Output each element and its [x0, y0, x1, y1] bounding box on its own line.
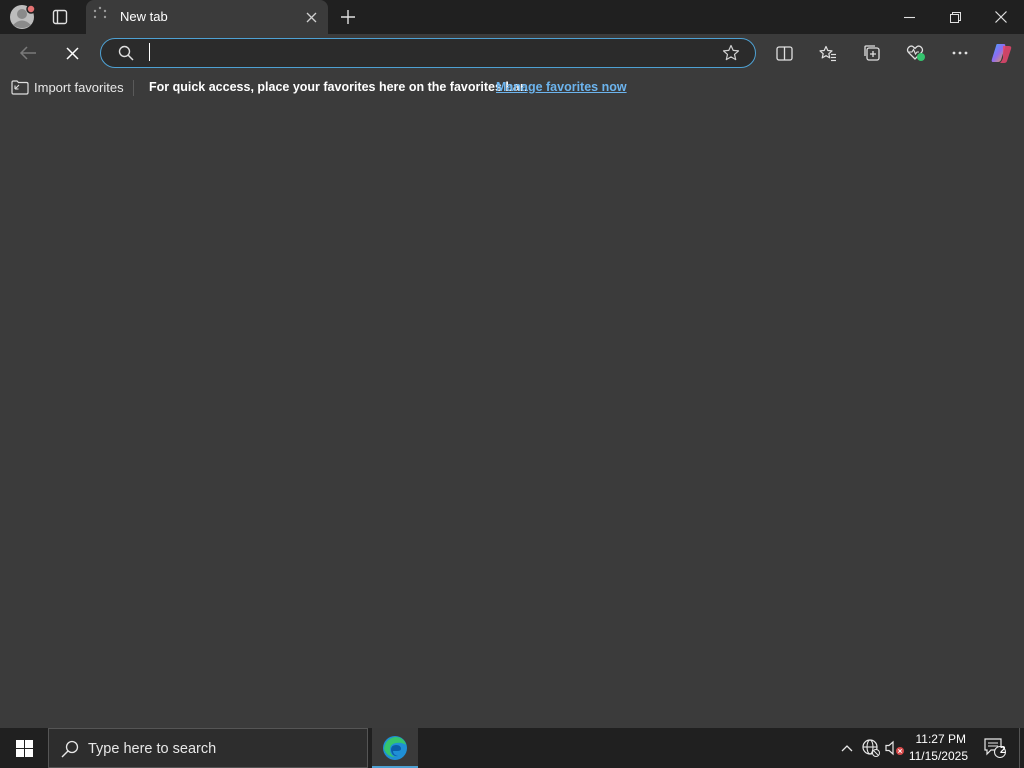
- loading-spinner-icon: [93, 6, 107, 19]
- tab-title: New tab: [120, 9, 168, 24]
- profile-avatar-icon: [10, 4, 36, 29]
- address-input[interactable]: [151, 45, 711, 61]
- copilot-icon: [991, 44, 1012, 63]
- stop-button[interactable]: [56, 38, 88, 68]
- favorites-icon: [819, 45, 836, 61]
- tab-new-tab[interactable]: New tab: [86, 0, 328, 34]
- clock[interactable]: 11:27 PM 11/15/2025: [906, 730, 974, 766]
- minimize-button[interactable]: [886, 0, 932, 34]
- address-bar[interactable]: [100, 38, 756, 68]
- star-icon: [722, 44, 740, 61]
- taskbar-search-box[interactable]: Type here to search: [48, 728, 368, 768]
- edge-browser-icon: [383, 736, 407, 760]
- taskbar-search-placeholder: Type here to search: [88, 741, 217, 757]
- import-folder-icon: [11, 80, 29, 95]
- search-icon: [118, 45, 134, 61]
- favorites-button[interactable]: [812, 38, 844, 68]
- manage-favorites-link[interactable]: Manage favorites now: [496, 80, 627, 94]
- page-content: [0, 104, 1024, 728]
- windows-logo-icon: [15, 739, 33, 757]
- restore-button[interactable]: [932, 0, 978, 34]
- show-hidden-icons-button[interactable]: [836, 736, 858, 760]
- new-tab-button[interactable]: [334, 4, 362, 30]
- clock-date: 11/15/2025: [908, 749, 968, 763]
- show-desktop-button[interactable]: [1019, 728, 1024, 768]
- close-tab-button[interactable]: [300, 7, 322, 27]
- copilot-button[interactable]: [986, 38, 1018, 68]
- close-icon: [306, 12, 316, 22]
- close-window-button[interactable]: [978, 0, 1024, 34]
- split-screen-icon: [775, 45, 793, 61]
- notification-count-badge: 2: [1000, 745, 1006, 756]
- split-screen-button[interactable]: [768, 38, 800, 68]
- profile-button[interactable]: [6, 2, 38, 32]
- tab-actions-button[interactable]: [46, 4, 74, 30]
- browser-essentials-button[interactable]: [900, 38, 932, 68]
- close-window-icon: [995, 11, 1007, 23]
- import-favorites-label: Import favorites: [34, 80, 124, 95]
- navigation-toolbar: [0, 34, 1024, 72]
- volume-button[interactable]: [884, 736, 906, 760]
- browser-essentials-icon: [906, 45, 925, 61]
- search-icon: [61, 740, 79, 758]
- favorites-bar-divider: [133, 80, 134, 96]
- collections-button[interactable]: [856, 38, 888, 68]
- more-icon: [952, 51, 968, 55]
- settings-more-button[interactable]: [944, 38, 976, 68]
- tab-actions-icon: [52, 9, 68, 25]
- stop-icon: [65, 46, 79, 60]
- text-cursor: [149, 43, 150, 61]
- back-button[interactable]: [12, 38, 44, 68]
- favorites-bar: Import favorites For quick access, place…: [0, 72, 1024, 104]
- import-favorites-button[interactable]: Import favorites: [8, 77, 124, 99]
- taskbar: Type here to search 11:27 PM 11/15/2025 …: [0, 728, 1024, 768]
- globe-network-icon: [862, 739, 880, 757]
- clock-time: 11:27 PM: [915, 732, 966, 746]
- network-status-button[interactable]: [860, 736, 882, 760]
- title-bar: New tab: [0, 0, 1024, 34]
- back-arrow-icon: [19, 46, 36, 60]
- taskbar-edge-button[interactable]: [372, 728, 418, 768]
- collections-icon: [864, 45, 880, 61]
- start-button[interactable]: [0, 728, 48, 768]
- volume-muted-icon: [885, 740, 904, 756]
- add-favorite-button[interactable]: [717, 41, 745, 65]
- notifications-button[interactable]: 2: [978, 732, 1012, 764]
- minimize-icon: [903, 16, 915, 18]
- favorites-bar-prompt: For quick access, place your favorites h…: [149, 80, 528, 94]
- chevron-up-icon: [841, 745, 853, 752]
- plus-icon: [341, 10, 355, 24]
- restore-icon: [949, 11, 961, 23]
